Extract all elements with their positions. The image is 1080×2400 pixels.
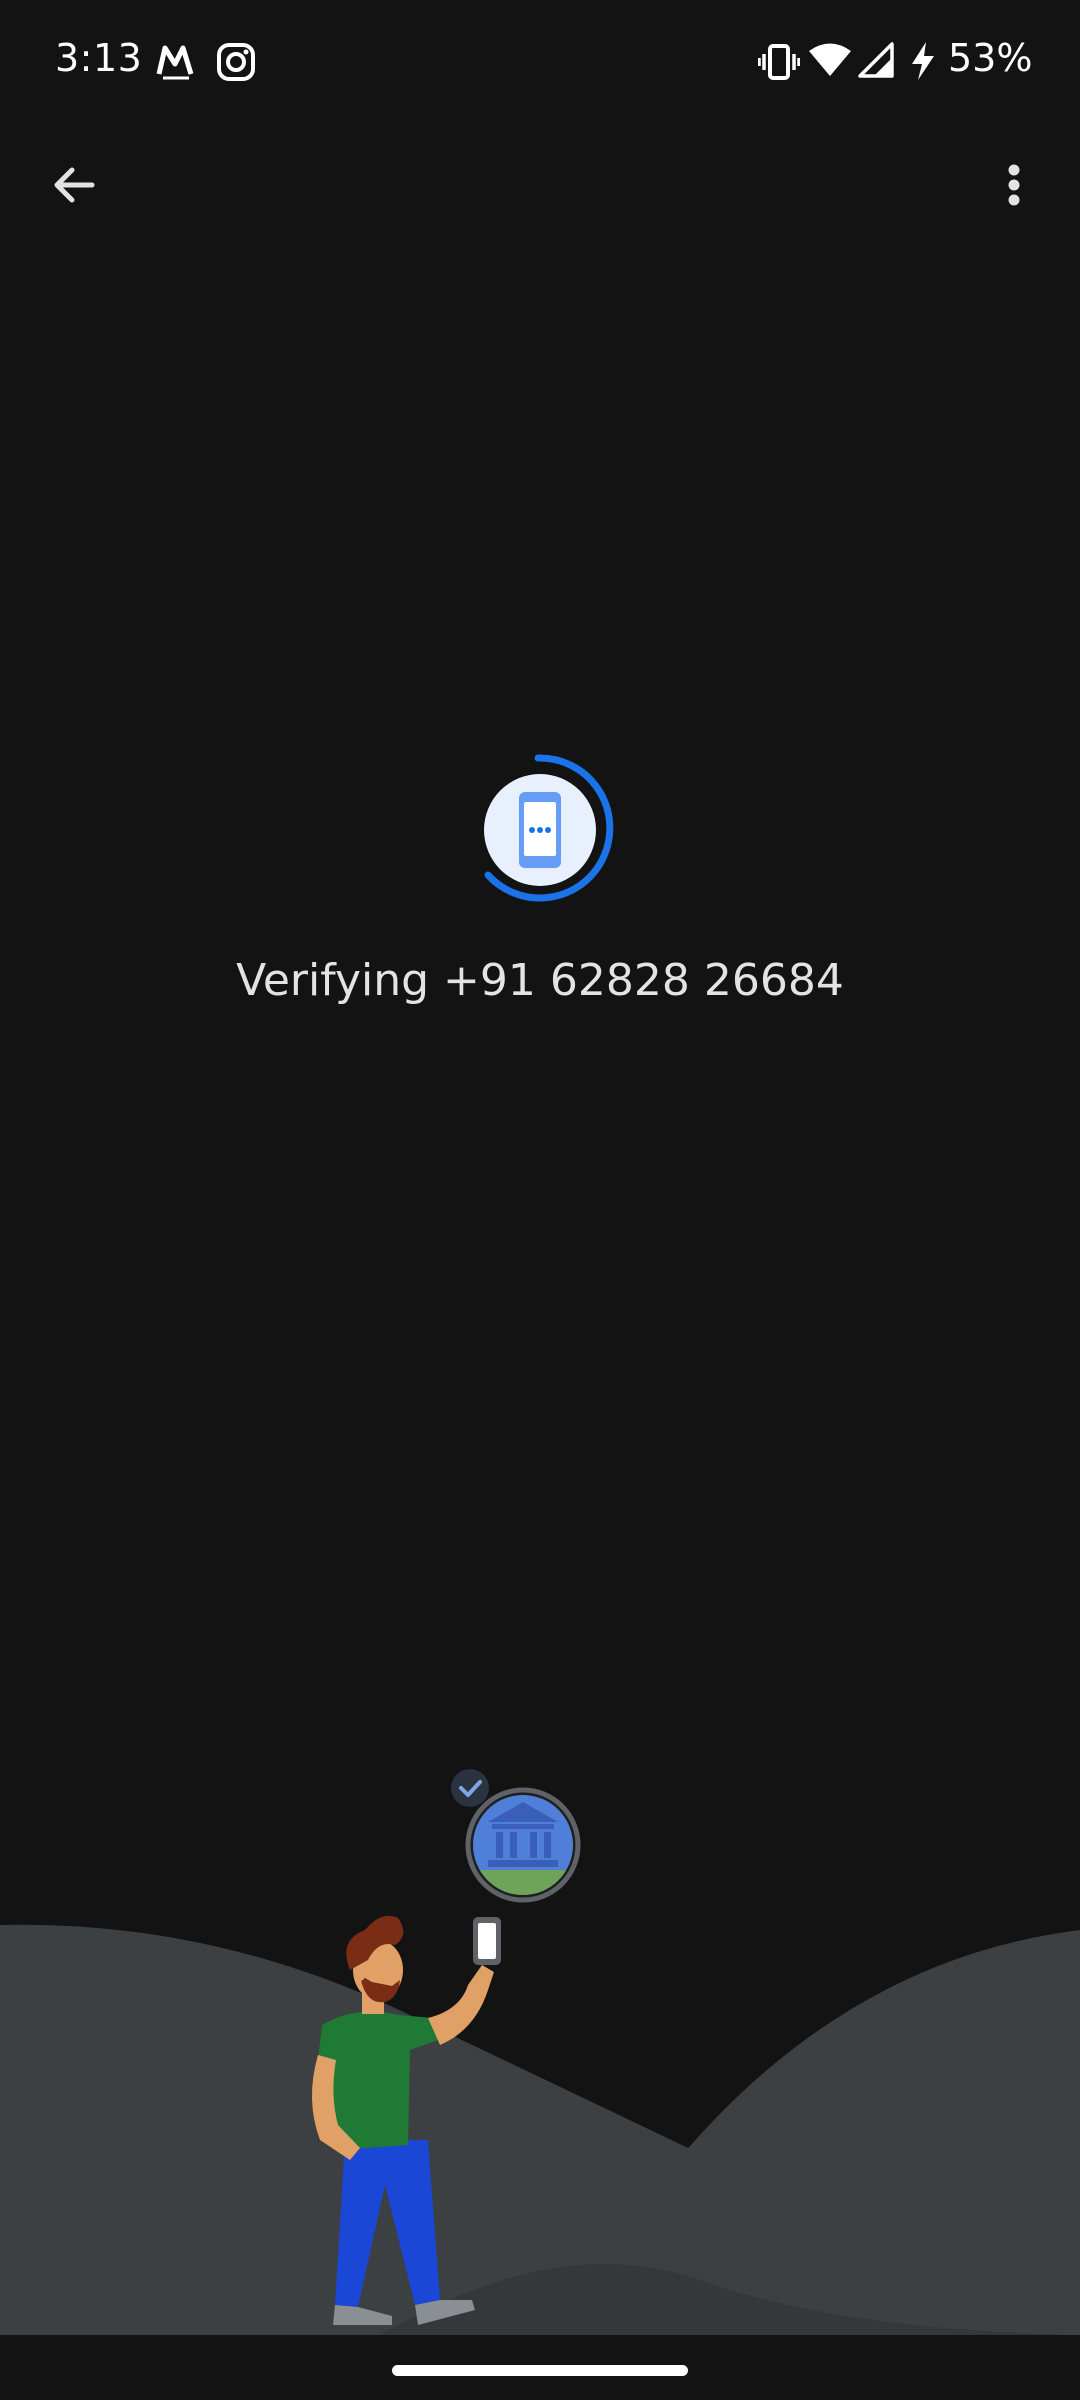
verifying-label: Verifying <box>236 955 430 1006</box>
status-bar: 3:13 53% <box>0 0 1080 120</box>
status-time: 3:13 <box>55 36 143 80</box>
vibrate-icon <box>758 44 800 80</box>
more-vert-icon <box>1008 164 1020 206</box>
arrow-back-icon <box>54 167 95 203</box>
navigation-bar <box>0 2335 1080 2400</box>
more-options-button[interactable] <box>985 150 1045 220</box>
verification-progress <box>470 750 620 910</box>
bank-icon <box>465 1787 581 1903</box>
instagram-icon <box>217 43 255 81</box>
charging-icon <box>912 42 934 80</box>
battery-percentage: 53% <box>948 36 1033 80</box>
cell-signal-icon <box>858 42 894 78</box>
back-button[interactable] <box>40 150 110 220</box>
person-with-phone-illustration <box>0 1760 1080 2335</box>
phone-number: +91 62828 26684 <box>443 955 844 1006</box>
app-bar <box>0 130 1080 230</box>
home-gesture-handle[interactable] <box>392 2365 688 2376</box>
phone-icon <box>519 792 561 868</box>
myntra-icon <box>156 45 194 80</box>
verification-status-text: Verifying +91 62828 26684 <box>0 955 1080 1006</box>
wifi-icon <box>809 43 851 76</box>
